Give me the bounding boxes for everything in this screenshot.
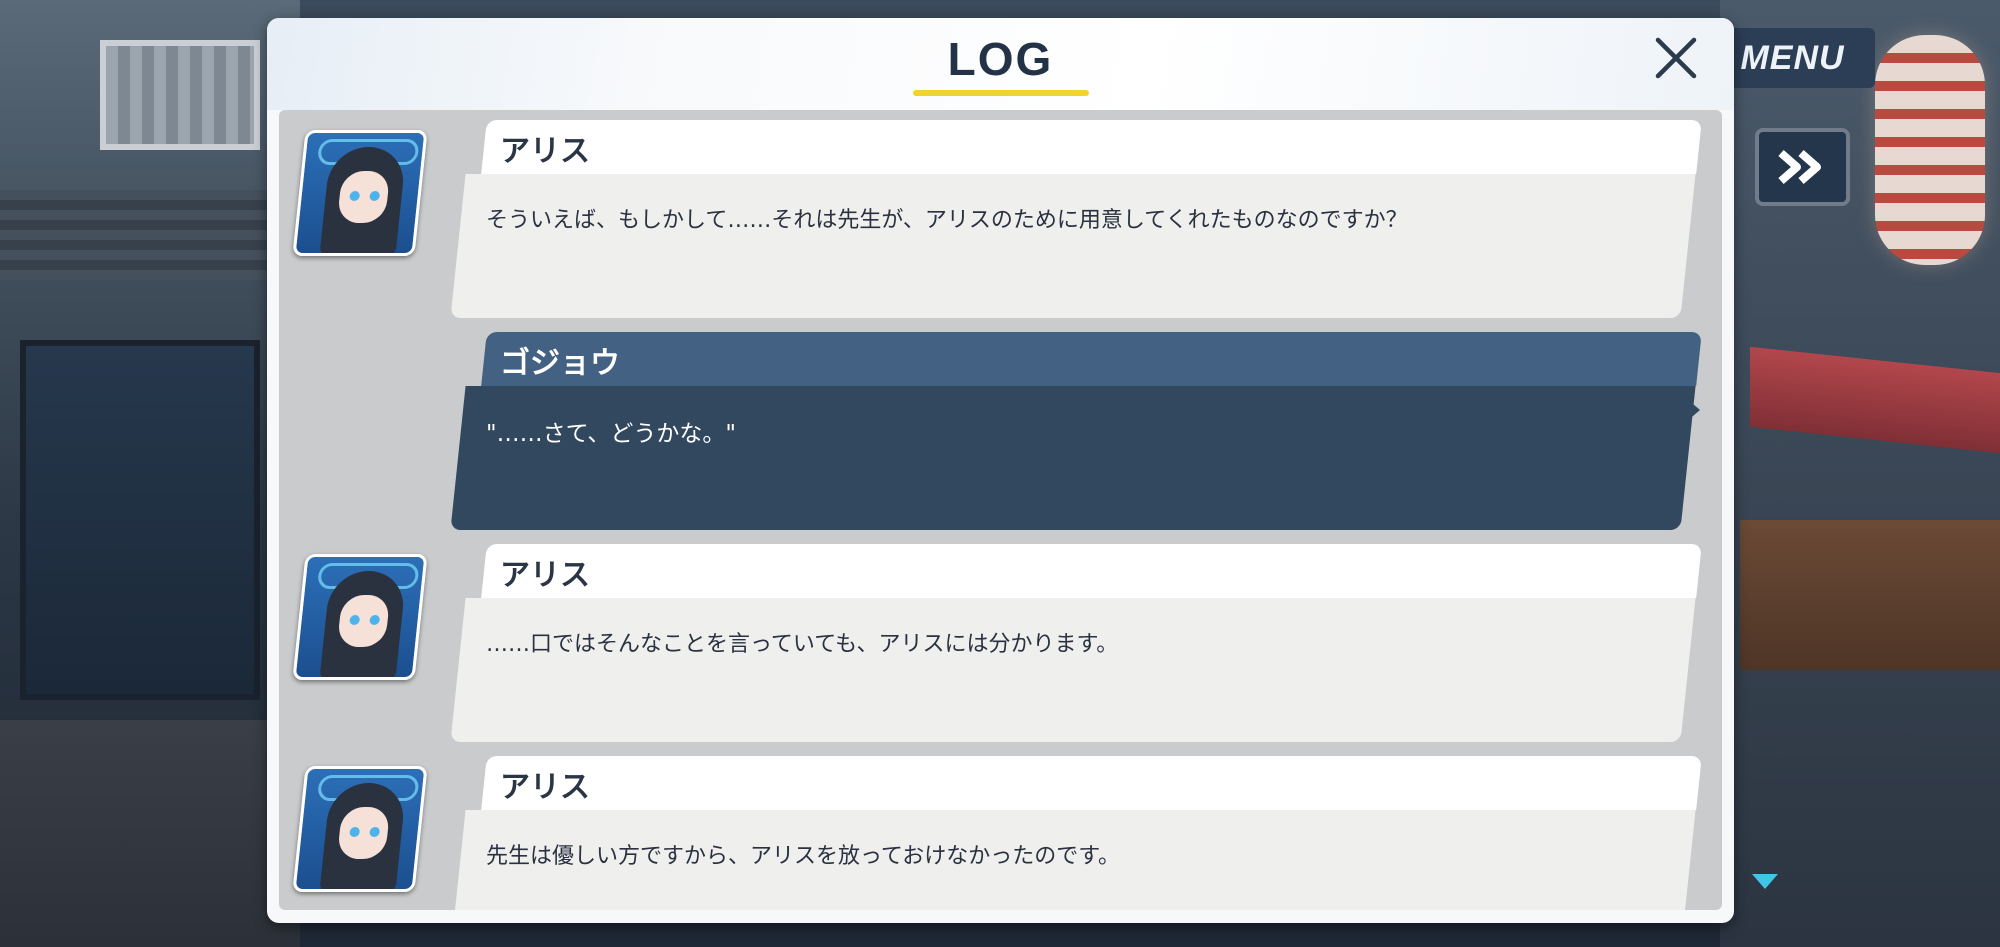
log-entry: アリス ……口ではそんなことを言っていても、アリスには分かります。 [279, 544, 1722, 749]
speaker-name: アリス [500, 558, 590, 593]
triangle-down-icon[interactable] [1752, 874, 1778, 889]
dialogue-text: 先生は優しい方ですから、アリスを放っておけなかったのです。 [486, 844, 1121, 869]
fast-forward-icon [1777, 149, 1821, 185]
background-window [100, 40, 260, 150]
dialogue-text: そういえば、もしかして……それは先生が、アリスのために用意してくれたものなのです… [486, 208, 1408, 233]
close-icon [1655, 37, 1697, 79]
dialogue-bubble: アリス そういえば、もしかして……それは先生が、アリスのために用意してくれたもの… [450, 120, 1702, 318]
dialogue-text: ……口ではそんなことを言っていても、アリスには分かります。 [486, 632, 1119, 657]
speaker-name: アリス [500, 134, 590, 169]
dialogue-bubble: アリス ……口ではそんなことを言っていても、アリスには分かります。 [450, 544, 1702, 742]
dialogue-text-area [450, 386, 1696, 530]
speaker-name: ゴジョウ [500, 346, 620, 381]
character-avatar [292, 554, 428, 680]
background-awning [1750, 346, 2000, 454]
speaker-name-bar [481, 120, 1702, 174]
log-title: LOG [947, 33, 1054, 85]
dialogue-text: "……さて、どうかな。" [486, 421, 737, 447]
speaker-name: アリス [500, 770, 590, 805]
dialogue-bubble: アリス 先生は優しい方ですから、アリスを放っておけなかったのです。 [450, 756, 1702, 910]
paper-lantern [1875, 35, 1985, 265]
log-list[interactable]: アリス そういえば、もしかして……それは先生が、アリスのために用意してくれたもの… [279, 110, 1722, 910]
fast-forward-button[interactable] [1755, 128, 1850, 206]
dialogue-bubble-player: ゴジョウ "……さて、どうかな。" [450, 332, 1702, 530]
log-entry: ゴジョウ "……さて、どうかな。" [279, 332, 1722, 537]
background-door [20, 340, 260, 700]
log-header: LOG [267, 18, 1734, 110]
speaker-name-bar [481, 544, 1702, 598]
character-avatar [292, 130, 428, 256]
log-panel: LOG アリス そういえば、もしかして……それは先生が、アリスのために用意してく… [267, 18, 1734, 923]
title-underline [913, 90, 1089, 96]
close-button[interactable] [1650, 32, 1702, 84]
speaker-name-bar [481, 332, 1702, 386]
speaker-name-bar [481, 756, 1702, 810]
background-building-left [0, 0, 300, 947]
menu-button[interactable]: MENU [1710, 28, 1875, 88]
log-entry: アリス 先生は優しい方ですから、アリスを放っておけなかったのです。 [279, 756, 1722, 910]
background-roof [0, 190, 300, 280]
dialogue-text-area [450, 174, 1696, 318]
background-street [0, 720, 300, 947]
background-fruit-stall [1740, 520, 2000, 670]
log-entry: アリス そういえば、もしかして……それは先生が、アリスのために用意してくれたもの… [279, 120, 1722, 325]
dialogue-text-area [450, 598, 1696, 742]
character-avatar [292, 766, 428, 892]
bubble-tail [1686, 398, 1700, 422]
